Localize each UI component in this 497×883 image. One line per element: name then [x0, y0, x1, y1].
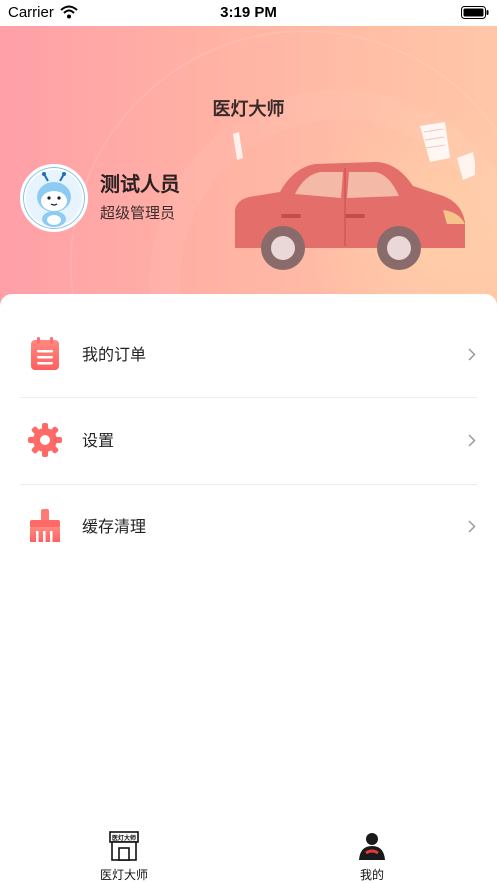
tab-home[interactable]: 医灯大师 医灯大师	[0, 820, 248, 883]
status-bar: Carrier 3:19 PM	[0, 0, 497, 26]
brush-icon	[30, 509, 60, 542]
svg-text:医灯大师: 医灯大师	[112, 834, 136, 842]
chevron-right-icon	[468, 348, 476, 361]
menu-card: 我的订单 设置 缓存清理	[0, 294, 497, 883]
page-title: 医灯大师	[212, 99, 285, 120]
menu-item-orders[interactable]: 我的订单	[0, 312, 497, 398]
clipboard-icon	[31, 337, 59, 370]
menu-item-clear-cache[interactable]: 缓存清理	[0, 484, 497, 570]
car-illustration	[233, 122, 475, 270]
menu-item-label: 缓存清理	[82, 517, 147, 536]
gear-icon	[28, 423, 62, 457]
user-icon	[359, 833, 385, 860]
user-name: 测试人员	[100, 172, 180, 196]
menu-item-settings[interactable]: 设置	[0, 398, 497, 484]
menu-item-label: 设置	[82, 431, 115, 450]
profile-header: 医灯大师 测试人员 超级管理员	[0, 0, 497, 320]
tab-label: 我的	[359, 868, 384, 882]
tab-mine[interactable]: 我的	[248, 820, 496, 883]
battery-icon	[461, 6, 489, 19]
clock: 3:19 PM	[220, 4, 277, 21]
menu-item-label: 我的订单	[82, 345, 147, 364]
shop-icon: 医灯大师	[109, 831, 139, 861]
tab-label: 医灯大师	[99, 868, 148, 882]
user-role: 超级管理员	[100, 204, 176, 222]
avatar-icon	[24, 168, 84, 228]
tab-bar: 医灯大师 医灯大师 我的	[0, 820, 497, 883]
avatar[interactable]	[20, 164, 88, 232]
chevron-right-icon	[468, 520, 476, 533]
chevron-right-icon	[468, 434, 476, 447]
